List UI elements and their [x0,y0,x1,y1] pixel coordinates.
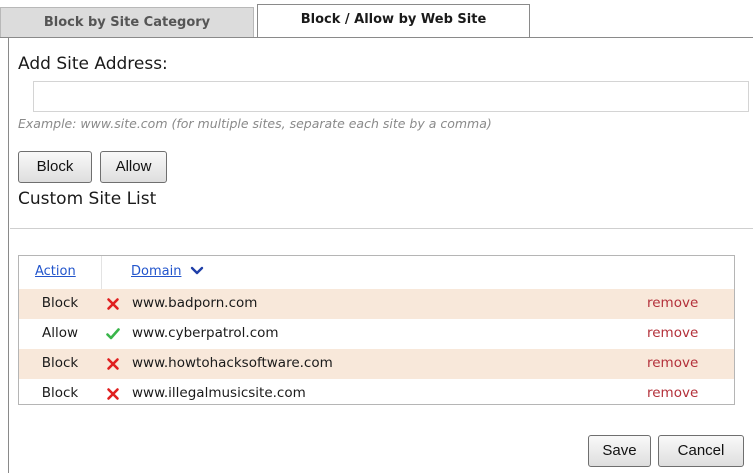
row-domain: www.badporn.com [132,295,258,311]
x-icon [107,358,119,370]
example-hint: Example: www.site.com (for multiple site… [18,116,492,131]
x-icon [107,298,119,310]
chevron-down-icon[interactable] [190,265,204,277]
table-row: Allow www.cyberpatrol.com remove [19,319,734,349]
tab-block-allow-by-web-site[interactable]: Block / Allow by Web Site [257,4,530,38]
remove-link[interactable]: remove [647,325,698,341]
remove-link[interactable]: remove [647,385,698,401]
site-address-input[interactable] [33,81,749,112]
column-separator [101,256,102,289]
table-row: Block www.illegalmusicsite.com remove [19,379,734,404]
remove-link[interactable]: remove [647,355,698,371]
column-header-domain[interactable]: Domain [131,264,181,279]
add-site-label: Add Site Address: [18,54,168,74]
row-action: Block [41,355,79,371]
tab-bar: Block by Site Category Block / Allow by … [0,0,753,38]
row-domain: www.illegalmusicsite.com [132,385,306,401]
table-row: Block www.badporn.com remove [19,289,734,319]
row-action: Block [41,295,79,311]
row-domain: www.cyberpatrol.com [132,325,279,341]
x-icon [107,388,119,400]
block-button[interactable]: Block [18,151,92,183]
allow-button[interactable]: Allow [100,151,167,183]
check-icon [106,328,120,340]
remove-link[interactable]: remove [647,295,698,311]
cancel-button[interactable]: Cancel [658,435,744,467]
row-action: Block [41,385,79,401]
column-header-action[interactable]: Action [35,264,76,279]
custom-site-list-title: Custom Site List [18,189,157,209]
section-divider [10,228,753,229]
row-domain: www.howtohacksoftware.com [132,355,333,371]
table-row: Block www.howtohacksoftware.com remove [19,349,734,379]
tab-block-by-site-category[interactable]: Block by Site Category [0,7,254,37]
row-action: Allow [41,325,79,341]
custom-site-list: Action Domain Block www.badporn.com remo… [18,255,735,405]
list-header: Action Domain [19,256,734,289]
save-button[interactable]: Save [588,435,651,467]
